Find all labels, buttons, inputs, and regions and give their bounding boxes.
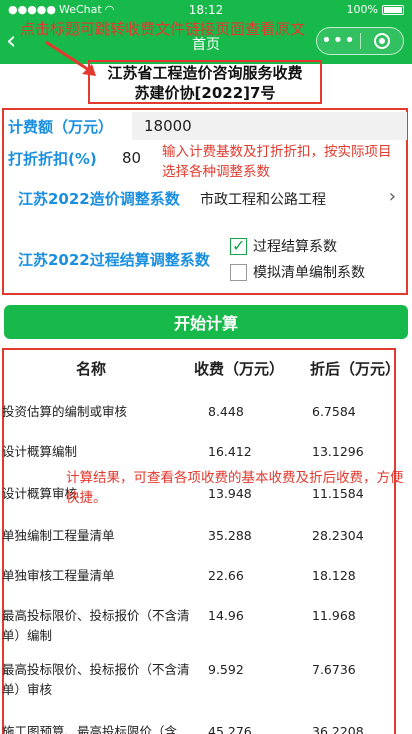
row-name: 最高投标限价、投标报价（不含清单）审核 (2, 662, 190, 697)
fee-document-title[interactable]: 江苏省工程造价咨询服务收费 苏建价协[2022]7号 (88, 60, 322, 104)
row-name: 投资估算的编制或审核 (2, 404, 128, 419)
battery-icon (382, 4, 404, 15)
row-name: 设计概算编制 (2, 444, 78, 459)
checkbox-unchecked-icon[interactable] (230, 263, 247, 281)
adjust-coefficient-row[interactable]: 江苏2022造价调整系数 市政工程和公路工程 › (4, 184, 406, 212)
process-settlement-checkbox[interactable]: 过程结算系数 (230, 236, 337, 256)
row-discounted: 13.1296 (312, 444, 364, 459)
simulated-list-checkbox[interactable]: 模拟清单编制系数 (230, 262, 365, 282)
row-fee: 16.412 (208, 444, 252, 459)
row-fee: 45.276 (208, 724, 252, 734)
checkbox2-label: 模拟清单编制系数 (253, 265, 365, 281)
start-calculate-button[interactable]: 开始计算 (4, 305, 408, 339)
row-fee: 35.288 (208, 528, 252, 543)
input-hint: 输入计费基数及打折折扣，按实际项目选择各种调整系数 (162, 144, 392, 180)
header-fee: 收费（万元） (194, 360, 285, 378)
row-discounted: 36.2208 (312, 724, 364, 734)
row-name: 单独编制工程量清单 (2, 528, 115, 543)
row-discounted: 18.128 (312, 568, 356, 583)
base-amount-row: 计费额（万元） (4, 112, 407, 140)
row-fee: 9.592 (208, 662, 244, 677)
more-icon[interactable]: ••• (317, 32, 360, 50)
row-name: 最高投标限价、投标报价（不含清单）编制 (2, 608, 190, 643)
row-discounted: 28.2304 (312, 528, 364, 543)
adjust-coefficient-label: 江苏2022造价调整系数 (18, 190, 180, 208)
row-name: 单独审核工程量清单 (2, 568, 115, 583)
mini-program-capsule: ••• (316, 27, 404, 55)
row-fee: 22.66 (208, 568, 244, 583)
table-header: 名称 收费（万元） 折后（万元） (4, 358, 400, 382)
doc-title-line1: 江苏省工程造价咨询服务收费 (107, 64, 303, 82)
checkbox-checked-icon[interactable] (230, 236, 247, 255)
chevron-right-icon[interactable]: › (389, 186, 396, 207)
checkbox1-label: 过程结算系数 (253, 239, 337, 255)
results-section: 名称 收费（万元） 折后（万元） 投资估算的编制或审核 8.448 6.7584… (2, 348, 400, 734)
header-name: 名称 (76, 360, 107, 378)
result-hint: 计算结果，可查看各项收费的基本收费及折后收费，方便快捷。 (66, 470, 404, 506)
discount-input[interactable] (114, 144, 150, 172)
row-fee: 8.448 (208, 404, 244, 419)
title-jump-hint: 点击标题可跳转收费文件链接页面查看原文 (20, 20, 306, 38)
row-fee: 14.96 (208, 608, 244, 623)
target-circle-icon (373, 33, 390, 49)
close-program-button[interactable] (361, 33, 403, 49)
row-discounted: 11.968 (312, 608, 356, 623)
process-settlement-row: 江苏2022过程结算调整系数 过程结算系数 模拟清单编制系数 (4, 236, 406, 292)
base-amount-input[interactable] (132, 112, 407, 140)
row-discounted: 6.7584 (312, 404, 356, 419)
row-name: 施工图预算、最高投标限价（含 (2, 724, 178, 734)
discount-label: 打折折扣(%) (8, 150, 97, 168)
base-amount-label: 计费额（万元） (8, 118, 114, 136)
doc-title-line2: 苏建价协[2022]7号 (134, 84, 276, 102)
battery-percent: 100% (346, 3, 378, 16)
adjust-coefficient-value[interactable]: 市政工程和公路工程 (200, 189, 326, 209)
row-discounted: 7.6736 (312, 662, 356, 677)
header-discounted: 折后（万元） (310, 360, 401, 378)
process-settlement-label: 江苏2022过程结算调整系数 (18, 251, 210, 269)
input-section: 计费额（万元） 打折折扣(%) 输入计费基数及打折折扣，按实际项目选择各种调整系… (2, 108, 408, 295)
